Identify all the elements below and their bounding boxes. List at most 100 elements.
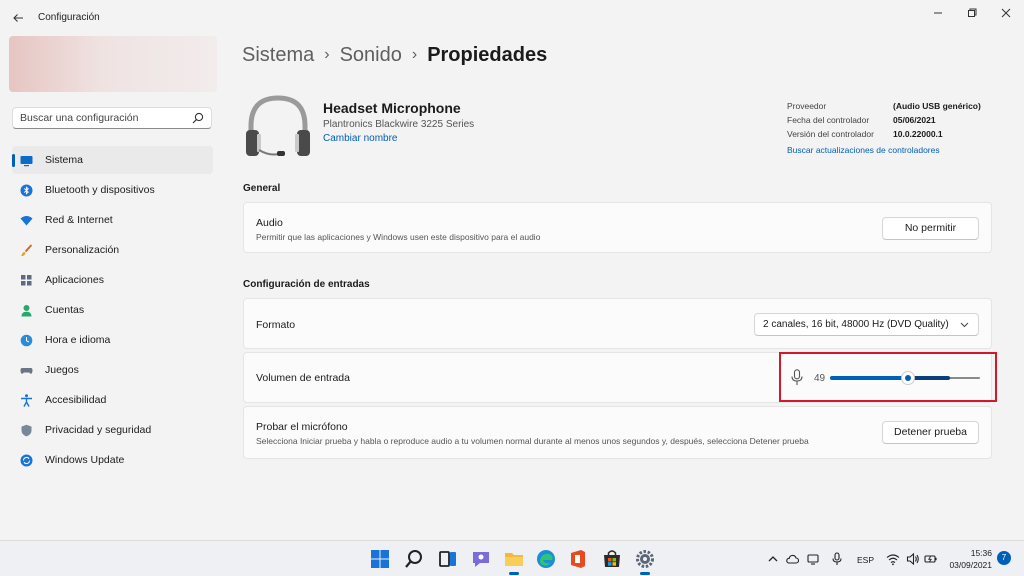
sidebar-item-accesibilidad[interactable]: Accesibilidad [12,386,213,414]
format-dropdown[interactable]: 2 canales, 16 bit, 48000 Hz (DVD Quality… [754,313,979,336]
store-button[interactable] [601,548,623,570]
settings-button[interactable] [634,548,656,575]
microphone-tray-icon[interactable] [830,552,844,566]
search-icon [405,550,422,568]
network-icon [20,216,33,226]
task-view-icon [439,551,456,567]
search-icon[interactable] [192,112,204,124]
sidebar-item-label: Privacidad y seguridad [45,424,152,436]
taskbar-search-button[interactable] [403,548,425,570]
format-card: Formato 2 canales, 16 bit, 48000 Hz (DVD… [243,298,992,349]
start-icon [371,550,389,568]
start-button[interactable] [369,548,391,570]
audio-card: Audio Permitir que las aplicaciones y Wi… [243,202,992,253]
accessibility-icon [21,394,32,407]
bluetooth-icon [20,184,33,197]
sidebar-item-red-internet[interactable]: Red & Internet [12,206,213,234]
sidebar-item-label: Juegos [45,364,79,376]
info-key: Versión del controlador [787,129,874,139]
breadcrumb-sistema[interactable]: Sistema [242,44,314,66]
sidebar-item-cuentas[interactable]: Cuentas [12,296,213,324]
info-key: Fecha del controlador [787,115,870,125]
breadcrumb-separator: › [324,46,330,63]
sidebar-item-juegos[interactable]: Juegos [12,356,213,384]
running-indicator [509,572,519,575]
device-icon[interactable] [806,552,820,566]
sidebar-item-label: Personalización [45,244,120,256]
language-indicator[interactable]: ESP [857,555,874,565]
brush-icon [21,244,33,257]
info-value: 05/06/2021 [893,115,936,125]
breadcrumb-separator: › [411,46,418,63]
input-volume-label: Volumen de entrada [256,372,350,384]
settings-search-input[interactable] [13,108,183,128]
highlight-box [779,352,997,402]
sidebar-item-label: Accesibilidad [45,394,107,406]
shield-icon [21,424,32,437]
restore-button[interactable] [961,6,983,22]
cloud-icon[interactable] [785,552,799,566]
task-view-button[interactable] [437,548,459,570]
battery-icon[interactable] [924,552,938,566]
office-icon [571,550,585,568]
sidebar-item-label: Red & Internet [45,214,113,226]
info-row-driver-version: Versión del controlador 10.0.22000.1 [787,129,1007,143]
test-microphone-card: Probar el micrófono Selecciona Iniciar p… [243,406,992,459]
update-icon [20,454,33,467]
edge-button[interactable] [535,548,557,570]
clock-time: 15:36 [970,548,992,558]
sidebar-item-hora-idioma[interactable]: Hora e idioma [12,326,213,354]
system-icon [20,156,33,167]
disallow-button[interactable]: No permitir [882,217,979,240]
office-button[interactable] [567,548,589,570]
app-title: Configuración [38,12,100,23]
sidebar-item-label: Windows Update [45,454,125,466]
info-key: Proveedor [787,101,827,111]
page-title: Propiedades [427,44,548,66]
breadcrumb: Sistema › Sonido › Propiedades [242,44,547,67]
notification-badge[interactable]: 7 [997,551,1011,565]
sidebar-item-label: Bluetooth y dispositivos [45,184,155,196]
audio-description: Permitir que las aplicaciones y Windows … [256,232,541,242]
section-title-input-settings: Configuración de entradas [243,279,370,290]
sidebar-item-bluetooth[interactable]: Bluetooth y dispositivos [12,176,213,204]
clock[interactable]: 15:36 03/09/2021 [948,547,992,571]
sidebar-item-windows-update[interactable]: Windows Update [12,446,213,474]
file-explorer-button[interactable] [503,548,525,575]
breadcrumb-sonido[interactable]: Sonido [340,44,402,66]
settings-icon [636,550,654,568]
wifi-icon[interactable] [886,552,900,566]
clock-date: 03/09/2021 [949,560,992,570]
sidebar-item-label: Aplicaciones [45,274,104,286]
gaming-icon [20,368,33,374]
chat-button[interactable] [470,548,492,570]
user-profile-card[interactable] [9,36,217,92]
driver-info: Proveedor (Audio USB genérico) Fecha del… [787,101,1007,143]
format-label: Formato [256,319,296,331]
sidebar-item-label: Cuentas [45,304,85,316]
file-explorer-icon [505,553,523,566]
rename-link[interactable]: Cambiar nombre [323,133,397,144]
format-selected: 2 canales, 16 bit, 48000 Hz (DVD Quality… [763,319,949,330]
sidebar-item-sistema[interactable]: Sistema [12,146,213,174]
sidebar-item-label: Sistema [45,154,83,166]
sidebar-item-aplicaciones[interactable]: Aplicaciones [12,266,213,294]
chevron-up-icon[interactable] [766,552,780,566]
volume-icon[interactable] [906,552,920,566]
accounts-icon [21,305,32,317]
check-driver-updates-link[interactable]: Buscar actualizaciones de controladores [787,145,940,155]
audio-title: Audio [256,217,283,229]
sidebar-item-personalizacion[interactable]: Personalización [12,236,213,264]
minimize-button[interactable] [927,6,949,22]
device-name: Headset Microphone [323,100,461,116]
apps-icon [21,275,32,286]
settings-search-box[interactable] [12,107,212,129]
close-button[interactable] [995,6,1017,22]
close-icon [1001,8,1011,18]
back-button[interactable] [9,9,27,27]
title-bar: Configuración [0,0,1024,34]
back-arrow-icon [13,14,23,22]
chevron-down-icon [960,322,969,328]
stop-test-button[interactable]: Detener prueba [882,421,979,444]
sidebar-item-privacidad[interactable]: Privacidad y seguridad [12,416,213,444]
